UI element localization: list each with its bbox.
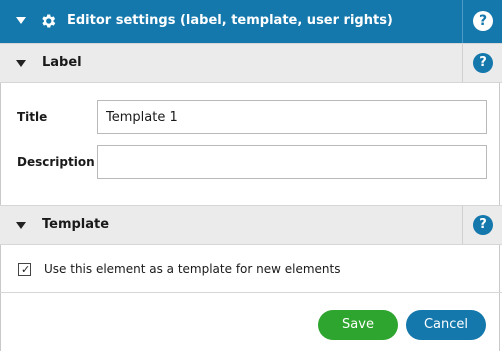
title-label: Title (17, 110, 48, 124)
title-input[interactable] (97, 100, 487, 134)
help-icon: ? (473, 53, 493, 73)
collapse-triangle-icon[interactable] (16, 222, 26, 229)
cancel-button[interactable]: Cancel (406, 310, 486, 340)
help-icon: ? (473, 11, 493, 31)
label-help-button[interactable]: ? (462, 44, 502, 82)
header-help-button[interactable]: ? (462, 0, 502, 43)
use-as-template-label[interactable]: Use this element as a template for new e… (44, 262, 340, 276)
use-as-template-checkbox[interactable]: ✓ (18, 263, 31, 276)
template-help-button[interactable]: ? (462, 206, 502, 244)
label-section-header[interactable]: Label ? (0, 43, 502, 83)
editor-settings-header[interactable]: Editor settings (label, template, user r… (0, 0, 502, 43)
template-section-title: Template (42, 217, 110, 232)
gear-icon (42, 14, 56, 28)
collapse-triangle-icon[interactable] (16, 60, 26, 67)
template-section-header[interactable]: Template ? (0, 205, 502, 245)
help-icon: ? (473, 215, 493, 235)
editor-settings-title: Editor settings (label, template, user r… (67, 13, 393, 28)
check-icon: ✓ (21, 263, 31, 276)
label-section-title: Label (42, 55, 82, 70)
description-label: Description (17, 155, 95, 169)
collapse-triangle-icon[interactable] (16, 17, 26, 24)
description-input[interactable] (97, 145, 487, 179)
footer-divider (0, 292, 502, 293)
save-button[interactable]: Save (318, 310, 398, 340)
